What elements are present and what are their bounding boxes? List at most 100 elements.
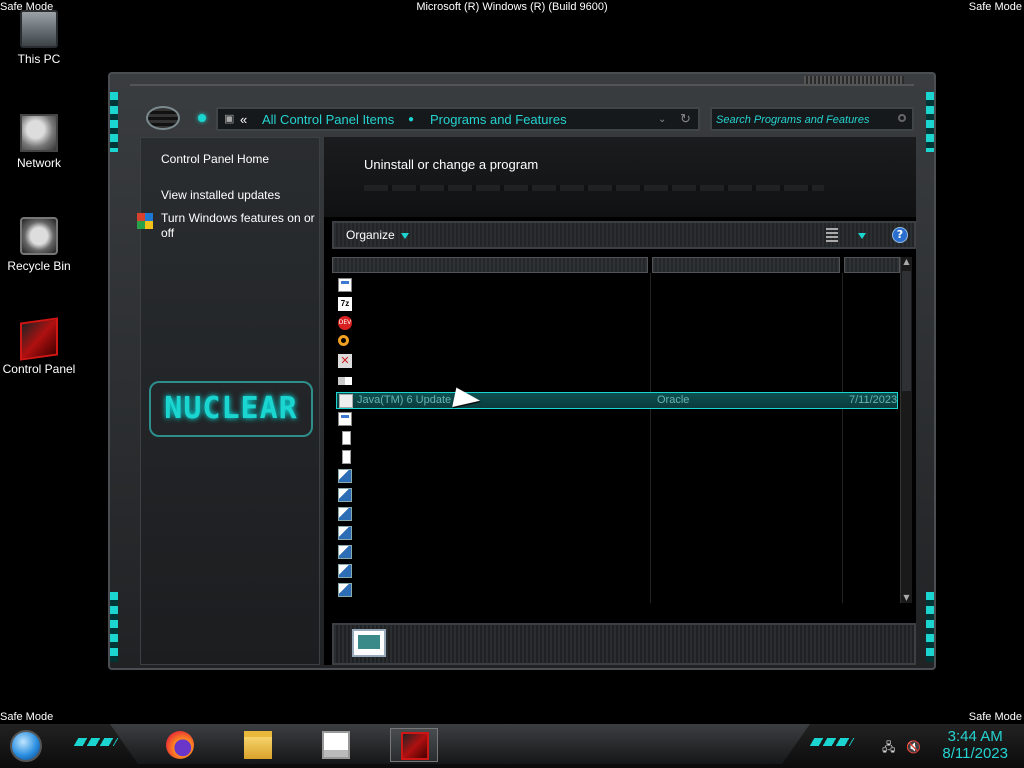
vertical-scrollbar[interactable]: ▲ ▼ bbox=[900, 257, 912, 603]
list-item[interactable] bbox=[336, 487, 898, 504]
taskbar-app-firefox[interactable] bbox=[156, 728, 204, 762]
column-header-publisher[interactable] bbox=[652, 257, 840, 273]
control-panel-home-link[interactable]: Control Panel Home bbox=[161, 152, 269, 167]
list-item[interactable] bbox=[336, 373, 898, 390]
taskbar-app-file-explorer[interactable] bbox=[234, 728, 282, 762]
window-side-lights bbox=[926, 592, 934, 662]
list-item[interactable] bbox=[336, 525, 898, 542]
vc-redist-icon bbox=[338, 564, 352, 578]
command-toolbar: Organize ? bbox=[332, 221, 916, 249]
java-icon bbox=[339, 394, 353, 408]
recycle-bin-icon bbox=[20, 217, 58, 255]
list-item[interactable] bbox=[336, 582, 898, 599]
organize-label: Organize bbox=[346, 228, 395, 242]
document-icon bbox=[342, 450, 351, 464]
scroll-up-icon[interactable]: ▲ bbox=[902, 257, 911, 267]
list-item[interactable] bbox=[336, 563, 898, 580]
windows-app-icon bbox=[338, 412, 352, 426]
window-logo-icon bbox=[146, 106, 180, 130]
control-panel-icon bbox=[401, 732, 429, 760]
dev-cpp-icon: DEV bbox=[338, 316, 352, 330]
7zip-icon: 7z bbox=[338, 297, 352, 311]
os-build-title: Microsoft (R) Windows (R) (Build 9600) bbox=[416, 1, 608, 13]
windows-features-link[interactable]: Turn Windows features on or off bbox=[137, 211, 319, 241]
breadcrumb-all-control-panel-items[interactable]: All Control Panel Items bbox=[262, 112, 394, 127]
program-installed-date: 7/11/2023 bbox=[849, 394, 898, 406]
list-item[interactable]: ✕ bbox=[336, 353, 898, 370]
page-subtitle-bar bbox=[364, 185, 824, 191]
view-options-icon[interactable] bbox=[826, 228, 838, 242]
list-item[interactable] bbox=[336, 544, 898, 561]
taskbar: 🖧 🔇 3:44 AM 8/11/2023 bbox=[0, 724, 1024, 768]
left-pane: Control Panel Home View installed update… bbox=[137, 137, 320, 665]
programs-and-features-window: ▣ « All Control Panel Items ● Programs a… bbox=[108, 72, 936, 737]
x-app-icon: ✕ bbox=[338, 354, 352, 368]
desktop-icon-this-pc[interactable]: This PC bbox=[0, 10, 78, 66]
view-dropdown-icon[interactable] bbox=[858, 233, 866, 239]
list-item-selected[interactable]: Java(TM) 6 Update ... Oracle 7/11/2023 bbox=[336, 392, 898, 409]
window-title-bar[interactable] bbox=[130, 76, 914, 86]
volume-muted-icon[interactable]: 🔇 bbox=[906, 740, 921, 754]
search-icon[interactable] bbox=[898, 114, 906, 122]
vertical-scroll-thumb[interactable] bbox=[902, 271, 911, 391]
system-clock[interactable]: 3:44 AM 8/11/2023 bbox=[942, 728, 1008, 762]
chevron-down-icon[interactable]: ⌄ bbox=[658, 114, 666, 125]
vc-redist-icon bbox=[338, 526, 352, 540]
firefox-icon bbox=[166, 731, 194, 759]
list-item[interactable] bbox=[336, 411, 898, 428]
search-box[interactable] bbox=[710, 107, 914, 131]
window-grip[interactable] bbox=[804, 76, 904, 84]
program-list: 7z DEV ✕ Java(TM) 6 Update ... Oracle 7/… bbox=[332, 257, 916, 737]
list-item[interactable] bbox=[336, 277, 898, 294]
safe-mode-label: Safe Mode bbox=[968, 711, 1022, 723]
desktop-icon-network[interactable]: Network bbox=[0, 114, 78, 170]
folder-icon: ▣ bbox=[224, 113, 235, 125]
network-disconnected-icon[interactable]: 🖧 bbox=[882, 740, 896, 754]
vc-redist-icon bbox=[338, 507, 352, 521]
refresh-icon[interactable]: ↻ bbox=[680, 111, 691, 127]
window-side-lights bbox=[926, 92, 934, 152]
document-icon bbox=[342, 431, 351, 445]
search-app-icon bbox=[338, 335, 349, 346]
list-item[interactable] bbox=[336, 468, 898, 485]
scroll-down-icon[interactable]: ▼ bbox=[902, 593, 911, 603]
start-button[interactable] bbox=[10, 730, 42, 762]
safe-mode-label: Safe Mode bbox=[968, 1, 1022, 13]
list-item[interactable] bbox=[336, 449, 898, 466]
clock-time: 3:44 AM bbox=[947, 728, 1003, 745]
list-item[interactable] bbox=[336, 334, 898, 351]
breadcrumb-separator-icon: ● bbox=[408, 114, 415, 125]
breadcrumb-back[interactable]: « bbox=[240, 112, 247, 127]
address-row: ▣ « All Control Panel Items ● Programs a… bbox=[140, 104, 916, 132]
page-title: Uninstall or change a program bbox=[364, 157, 539, 172]
help-icon[interactable]: ? bbox=[892, 227, 908, 243]
desktop-icon-control-panel[interactable]: Control Panel bbox=[0, 317, 78, 376]
taskbar-app-remote-desktop[interactable] bbox=[312, 728, 360, 762]
vc-redist-icon bbox=[338, 469, 352, 483]
search-input[interactable] bbox=[716, 112, 892, 128]
desktop-icon-label: Network bbox=[16, 156, 61, 170]
desktop-icon-label: Recycle Bin bbox=[7, 259, 71, 273]
this-pc-icon bbox=[20, 10, 58, 48]
organize-button[interactable]: Organize bbox=[346, 228, 409, 242]
column-header-name[interactable] bbox=[332, 257, 648, 273]
clock-date: 8/11/2023 bbox=[942, 745, 1008, 762]
list-item[interactable] bbox=[336, 430, 898, 447]
list-item[interactable]: DEV bbox=[336, 315, 898, 332]
taskbar-app-control-panel[interactable] bbox=[390, 728, 438, 762]
vc-redist-icon bbox=[338, 545, 352, 559]
view-installed-updates-link[interactable]: View installed updates bbox=[161, 188, 280, 203]
list-item[interactable]: 7z bbox=[336, 296, 898, 313]
list-item[interactable] bbox=[336, 506, 898, 523]
safe-mode-label: Safe Mode bbox=[0, 711, 54, 723]
details-pane bbox=[332, 623, 916, 665]
desktop-icon-recycle-bin[interactable]: Recycle Bin bbox=[0, 217, 78, 273]
nav-back-dot[interactable] bbox=[198, 114, 206, 122]
breadcrumb-programs-and-features[interactable]: Programs and Features bbox=[430, 112, 567, 127]
vc-redist-icon bbox=[338, 488, 352, 502]
window-side-lights bbox=[110, 592, 118, 662]
main-pane: Uninstall or change a program Organize ?… bbox=[324, 137, 916, 737]
address-bar[interactable]: ▣ « All Control Panel Items ● Programs a… bbox=[216, 107, 700, 131]
nuclear-brand-logo: NUCLEAR bbox=[149, 381, 313, 437]
column-header-installed-on[interactable] bbox=[844, 257, 900, 273]
